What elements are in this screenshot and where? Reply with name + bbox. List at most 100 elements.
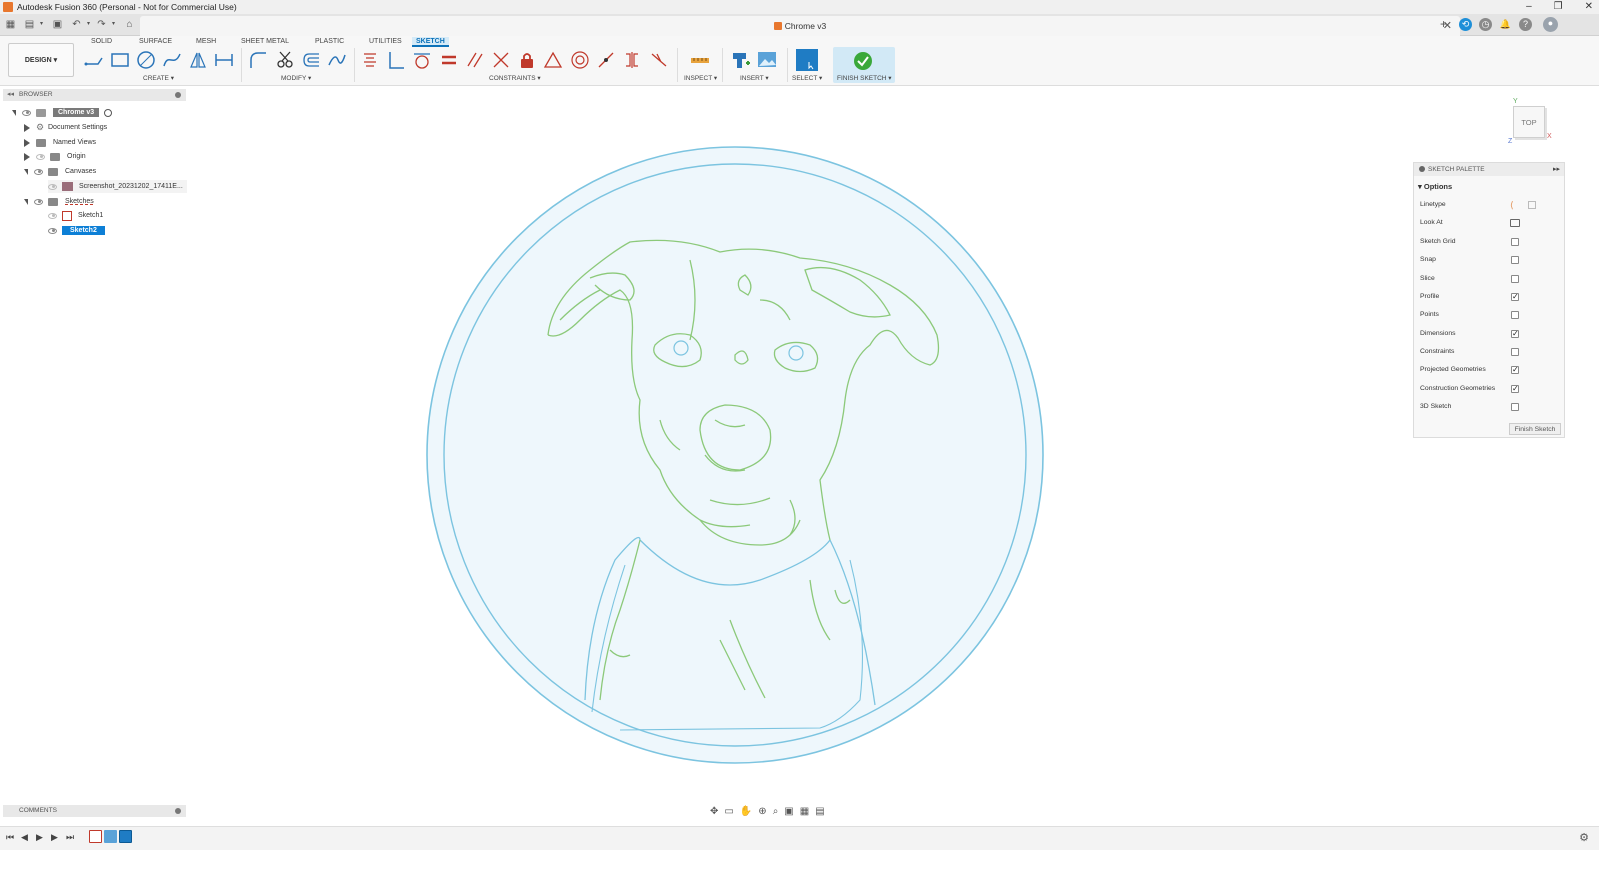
tab-solid[interactable]: SOLID [87,37,116,47]
tab-surface[interactable]: SURFACE [135,37,176,47]
visibility-eye-icon[interactable] [34,168,43,175]
profile-checkbox[interactable] [1511,291,1519,303]
job-status-icon[interactable]: ◷ [1479,18,1492,31]
redo-icon[interactable]: ↷ [96,19,107,30]
comments-header[interactable]: COMMENTS [3,805,186,817]
fix-lock-constraint-icon[interactable] [517,50,537,70]
snap-checkbox[interactable] [1511,256,1519,264]
centerline-linetype-icon[interactable] [1528,201,1536,209]
tree-item-canvases[interactable]: Canvases [24,165,96,178]
pin-icon[interactable] [1419,166,1425,172]
expand-triangle-icon[interactable] [24,123,30,132]
new-tab-plus-icon[interactable]: + [1438,18,1449,30]
expand-triangle-icon[interactable] [24,168,28,175]
curvature-constraint-icon[interactable] [649,50,669,70]
activate-radio-icon[interactable] [104,108,113,117]
modify-group-label[interactable]: MODIFY ▾ [281,74,311,82]
tree-item-named-views[interactable]: Named Views [24,136,96,149]
construction-geometries-checkbox[interactable] [1511,383,1519,395]
timeline-first-icon[interactable]: ⏮ [6,832,14,843]
parallel-constraint-icon[interactable] [465,50,485,70]
tree-item-root[interactable]: Chrome v3 [12,106,113,119]
sketch-dimension-tool-icon[interactable] [214,50,234,70]
collinear-constraint-icon[interactable] [596,50,616,70]
insert-derive-icon[interactable] [731,50,751,70]
tab-plastic[interactable]: PLASTIC [311,37,348,47]
visibility-eye-icon[interactable] [48,183,57,190]
visibility-eye-icon[interactable] [48,212,57,219]
zoom-icon[interactable]: ⊕ [758,806,766,817]
expand-triangle-icon[interactable] [24,138,30,147]
pin-icon[interactable] [175,808,181,814]
file-menu-icon[interactable]: ▤ [24,19,35,30]
select-group-label[interactable]: SELECT ▾ [792,74,822,82]
points-checkbox[interactable] [1511,311,1519,319]
visibility-eye-icon[interactable] [22,109,31,116]
inspect-group-label[interactable]: INSPECT ▾ [684,74,717,82]
tree-item-origin[interactable]: Origin [24,150,86,163]
insert-group-label[interactable]: INSERT ▾ [740,74,769,82]
visibility-eye-icon[interactable] [34,198,43,205]
fillet-tool-icon[interactable] [248,50,268,70]
equal-constraint-icon[interactable] [439,50,459,70]
slice-checkbox[interactable] [1511,275,1519,283]
undo-dropdown-icon[interactable]: ▾ [83,19,94,30]
construction-linetype-icon[interactable]: ⟨ [1510,199,1514,211]
coincident-constraint-icon[interactable] [360,50,380,70]
curve-tool-icon[interactable] [327,50,347,70]
extensions-icon[interactable]: ⟲ [1459,18,1472,31]
design-canvas[interactable] [190,88,1410,800]
orbit-icon[interactable]: ✥ [710,806,718,817]
viewports-icon[interactable]: ▤ [815,806,824,817]
expand-triangle-icon[interactable] [24,152,30,161]
circle-tool-icon[interactable] [136,50,156,70]
save-icon[interactable]: ▣ [52,19,63,30]
projected-geometries-checkbox[interactable] [1511,364,1519,376]
perpendicular-constraint-icon[interactable] [386,50,406,70]
constraints-checkbox[interactable] [1511,348,1519,356]
tab-sketch[interactable]: SKETCH [412,37,449,47]
tab-utilities[interactable]: UTILITIES [365,37,406,47]
sketch-grid-checkbox[interactable] [1511,238,1519,246]
notifications-bell-icon[interactable]: 🔔 [1499,18,1512,31]
browser-header[interactable]: ◂◂ BROWSER [3,89,186,101]
collapse-arrows-icon[interactable]: ◂◂ [7,89,14,101]
timeline-play-icon[interactable]: ▶ [36,832,43,843]
timeline-sketch1-icon[interactable] [89,830,102,843]
timeline-next-icon[interactable]: ▶ [51,832,58,843]
tab-sheet-metal[interactable]: SHEET METAL [237,37,293,47]
pin-icon[interactable] [175,92,181,98]
tree-item-canvas-screenshot[interactable]: Screenshot_20231202_17411E... [48,180,187,193]
finish-sketch-label[interactable]: FINISH SKETCH ▾ [837,74,892,82]
options-section-header[interactable]: ▾ Options [1418,182,1452,191]
select-tool-icon[interactable] [796,49,818,71]
timeline-previous-icon[interactable]: ◀ [21,832,28,843]
tree-item-sketch2[interactable]: Sketch2 [48,224,105,237]
home-icon[interactable]: ⌂ [124,19,135,30]
perpendicular-cross-constraint-icon[interactable] [491,50,511,70]
timeline-settings-gear-icon[interactable]: ⚙ [1579,831,1589,844]
symmetry-constraint-icon[interactable] [622,50,642,70]
pan-hand-icon[interactable]: ✋ [740,806,752,817]
minimize-button[interactable]: – [1526,0,1532,14]
tree-item-sketches[interactable]: Sketches [24,195,94,208]
constraints-group-label[interactable]: CONSTRAINTS ▾ [489,74,541,82]
look-at-icon[interactable] [1510,219,1520,227]
tree-item-document-settings[interactable]: ⚙ Document Settings [24,121,107,134]
user-avatar-icon[interactable]: ● [1543,17,1558,32]
undo-icon[interactable]: ↶ [71,19,82,30]
sketch-palette-header[interactable]: SKETCH PALETTE ▸▸ [1414,163,1564,176]
close-button[interactable]: ✕ [1585,0,1593,14]
offset-tool-icon[interactable] [301,50,321,70]
grid-snaps-icon[interactable]: ▦ [800,806,809,817]
look-at-nav-icon[interactable]: ▭ [724,806,733,817]
tangent-constraint-icon[interactable] [412,50,432,70]
measure-tool-icon[interactable] [690,50,710,70]
expand-arrows-icon[interactable]: ▸▸ [1553,163,1560,176]
timeline-sketch2-icon[interactable] [119,830,132,843]
3d-sketch-checkbox[interactable] [1511,403,1519,411]
data-panel-grid-icon[interactable]: ▦ [5,19,16,30]
visibility-eye-icon[interactable] [36,153,45,160]
palette-finish-sketch-button[interactable]: Finish Sketch [1509,423,1561,435]
tree-item-sketch1[interactable]: Sketch1 [48,209,103,222]
